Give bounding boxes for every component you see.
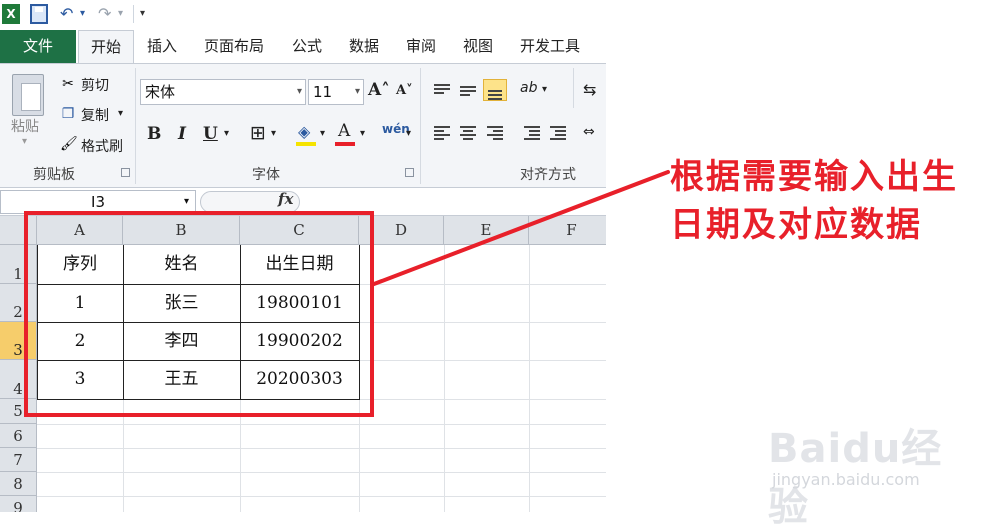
callout-line-1: 根据需要输入出生 xyxy=(670,157,958,197)
baidu-watermark: Baidu经验 jingyan.baidu.com xyxy=(768,412,968,530)
callout-line-2: 日期及对应数据 xyxy=(670,205,922,245)
callout-text: 根据需要输入出生 日期及对应数据 xyxy=(670,153,995,249)
watermark-url: jingyan.baidu.com xyxy=(772,470,920,489)
